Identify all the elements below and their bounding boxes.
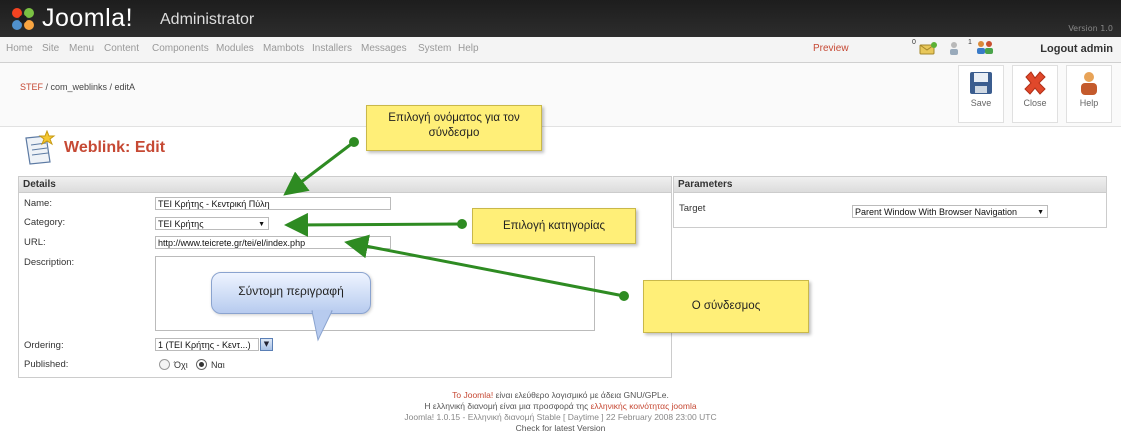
- bubble-tail: [311, 310, 333, 342]
- arrow-to-category: [284, 212, 463, 237]
- footer-line-2: Η ελληνική διανομή είναι μια προσφορά τη…: [0, 401, 1121, 411]
- callout-name-note: Επιλογή ονόματος για τον σύνδεσμο: [366, 105, 542, 151]
- joomla-link[interactable]: To Joomla!: [452, 390, 493, 400]
- arrow-to-name: [283, 140, 355, 196]
- footer-version-line: Joomla! 1.0.15 - Ελληνική διανομή Stable…: [404, 412, 717, 422]
- arrow-dot-name: [349, 137, 359, 147]
- callout-description-note: Σύντομη περιγραφή: [211, 272, 371, 314]
- community-link[interactable]: ελληνικής κοινότητας joomla: [591, 401, 697, 411]
- footer-offer-text: Η ελληνική διανομή είναι μια προσφορά τη…: [424, 401, 591, 411]
- arrow-dot-url: [619, 291, 629, 301]
- arrow-to-url: [344, 234, 625, 298]
- callout-url-note: Ο σύνδεσμος: [643, 280, 809, 333]
- arrow-dot-category: [457, 219, 467, 229]
- footer-line-1: To Joomla! είναι ελεύθερο λογισμικό με ά…: [0, 390, 1121, 400]
- callout-category-note: Επιλογή κατηγορίας: [472, 208, 636, 244]
- check-latest-version-link[interactable]: Check for latest Version: [0, 423, 1121, 433]
- footer-license-text: είναι ελεύθερο λογισμικό με άδεια GNU/GP…: [493, 390, 669, 400]
